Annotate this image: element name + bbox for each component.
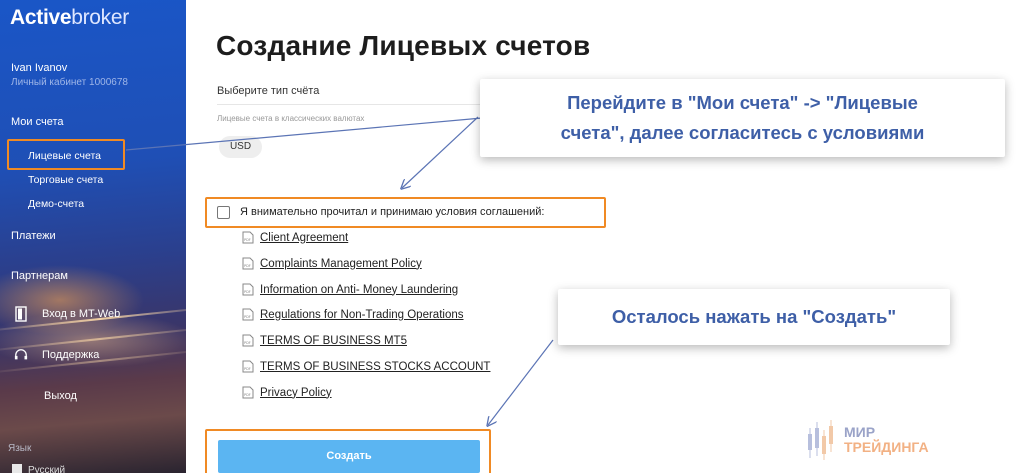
- document-link[interactable]: Complaints Management Policy: [260, 258, 422, 270]
- instruction-callout-1: Перейдите в "Мои счета" -> "Лицевые счет…: [480, 79, 1005, 157]
- document-link-item[interactable]: PDF Regulations for Non-Trading Operatio…: [242, 308, 464, 321]
- pdf-file-icon: PDF: [242, 308, 254, 321]
- document-link[interactable]: Information on Anti- Money Laundering: [260, 284, 458, 296]
- pdf-file-icon: PDF: [242, 360, 254, 373]
- nav-logout[interactable]: Выход: [44, 390, 77, 402]
- document-link[interactable]: Regulations for Non-Trading Operations: [260, 309, 464, 321]
- arrow-to-agreement: [402, 116, 479, 188]
- nav-mt-web[interactable]: Вход в MT-Web: [14, 306, 120, 322]
- agree-checkbox[interactable]: [217, 206, 230, 219]
- nav-partners[interactable]: Партнерам: [11, 270, 68, 282]
- callout-1-line-1: Перейдите в "Мои счета" -> "Лицевые: [567, 92, 918, 113]
- nav-payments[interactable]: Платежи: [11, 230, 56, 242]
- svg-text:PDF: PDF: [244, 367, 251, 371]
- agree-label: Я внимательно прочитал и принимаю услови…: [240, 206, 545, 218]
- watermark-line-2: ТРЕЙДИНГА: [844, 439, 929, 455]
- instruction-callout-2: Осталось нажать на "Создать": [558, 289, 950, 345]
- candlestick-chart-icon: [808, 420, 833, 460]
- pdf-file-icon: PDF: [242, 386, 254, 399]
- nav-support-label: Поддержка: [42, 349, 100, 361]
- user-name: Ivan Ivanov: [11, 62, 68, 74]
- svg-text:PDF: PDF: [244, 264, 251, 268]
- pdf-file-icon: PDF: [242, 257, 254, 270]
- document-link-item[interactable]: PDF Client Agreement: [242, 231, 348, 244]
- account-type-label: Выберите тип счёта: [217, 85, 320, 97]
- language-value[interactable]: Русский: [28, 465, 65, 473]
- svg-text:PDF: PDF: [244, 238, 251, 242]
- headset-icon: [14, 347, 28, 363]
- svg-text:PDF: PDF: [244, 290, 251, 294]
- create-button[interactable]: Создать: [218, 440, 480, 473]
- document-link-item[interactable]: PDF Privacy Policy: [242, 386, 332, 399]
- document-link[interactable]: Privacy Policy: [260, 387, 332, 399]
- watermark: МИР ТРЕЙДИНГА: [806, 418, 929, 462]
- nav-demo-accounts[interactable]: Демо-счета: [28, 198, 84, 210]
- nav-my-accounts[interactable]: Мои счета: [11, 116, 64, 128]
- pdf-file-icon: PDF: [242, 231, 254, 244]
- user-cabinet-number: Личный кабинет 1000678: [11, 77, 128, 88]
- document-link[interactable]: TERMS OF BUSINESS STOCKS ACCOUNT: [260, 361, 490, 373]
- svg-text:PDF: PDF: [244, 341, 251, 345]
- document-link[interactable]: TERMS OF BUSINESS MT5: [260, 335, 407, 347]
- brand-logo[interactable]: Activebroker: [10, 6, 129, 30]
- language-flag-icon[interactable]: [12, 464, 22, 473]
- page-title: Создание Лицевых счетов: [216, 30, 591, 61]
- language-label: Язык: [8, 443, 32, 454]
- login-door-icon: [14, 306, 28, 322]
- sidebar: Activebroker Ivan Ivanov Личный кабинет …: [0, 0, 186, 473]
- pdf-file-icon: PDF: [242, 334, 254, 347]
- nav-mt-web-label: Вход в MT-Web: [42, 308, 121, 320]
- currency-chip-usd[interactable]: USD: [219, 136, 262, 158]
- svg-text:PDF: PDF: [244, 315, 251, 319]
- nav-support[interactable]: Поддержка: [14, 347, 99, 363]
- classic-currencies-label: Лицевые счета в классических валютах: [217, 114, 365, 123]
- document-link-item[interactable]: PDF TERMS OF BUSINESS STOCKS ACCOUNT: [242, 360, 490, 373]
- arrow-to-create-button: [488, 339, 554, 425]
- nav-personal-accounts[interactable]: Лицевые счета: [28, 150, 101, 162]
- document-link-item[interactable]: PDF Complaints Management Policy: [242, 257, 422, 270]
- document-link-item[interactable]: PDF Information on Anti- Money Launderin…: [242, 283, 458, 296]
- brand-logo-light: broker: [71, 6, 129, 29]
- document-link[interactable]: Client Agreement: [260, 232, 348, 244]
- svg-text:PDF: PDF: [244, 393, 251, 397]
- document-link-item[interactable]: PDF TERMS OF BUSINESS MT5: [242, 334, 407, 347]
- watermark-line-1: МИР: [844, 424, 876, 440]
- nav-trading-accounts[interactable]: Торговые счета: [28, 174, 103, 186]
- brand-logo-bold: Active: [10, 6, 72, 29]
- callout-1-line-2: счета", далее согласитесь с условиями: [560, 122, 925, 143]
- pdf-file-icon: PDF: [242, 283, 254, 296]
